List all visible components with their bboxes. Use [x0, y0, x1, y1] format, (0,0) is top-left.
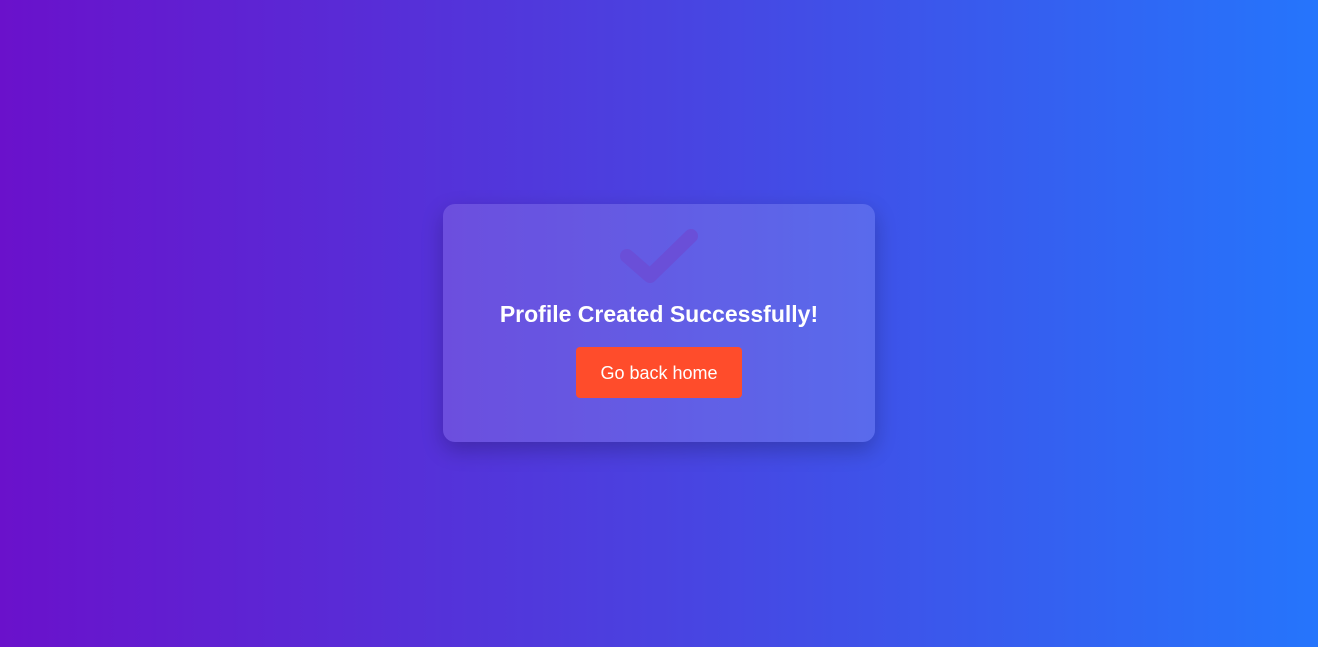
page: { "success_card": { "icon": "checkmark-i… — [0, 0, 1318, 647]
checkmark-icon — [620, 229, 698, 283]
go-back-home-button[interactable]: Go back home — [576, 347, 742, 398]
success-title: Profile Created Successfully! — [499, 301, 819, 327]
success-card: Profile Created Successfully! Go back ho… — [443, 204, 875, 442]
